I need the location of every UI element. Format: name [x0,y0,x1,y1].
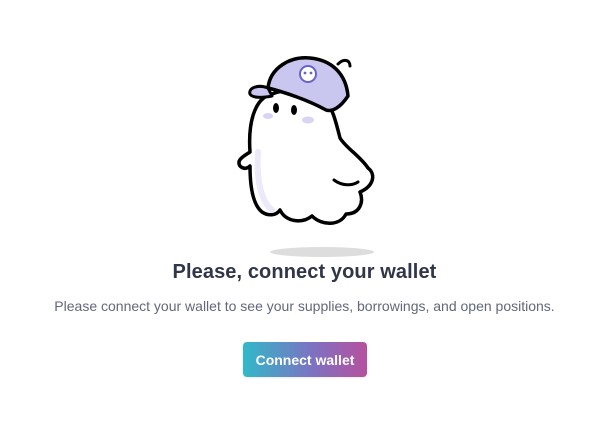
ghost-left-cheek [263,113,273,119]
empty-state-message: Please connect your wallet to see your s… [54,298,555,314]
cap-antenna [336,58,352,68]
empty-state-title: Please, connect your wallet [172,261,437,283]
aave-ghost-logo-icon [299,65,317,83]
empty-state-panel: Please, connect your wallet Please conne… [0,0,609,429]
cap-brim [248,84,274,99]
ghost-shadow [270,247,374,257]
ghost-illustration [228,52,388,264]
connect-wallet-button[interactable]: Connect wallet [243,342,367,377]
ghost-left-eye [273,103,279,113]
ghost-right-cheek [302,116,314,124]
ghost-right-eye [291,105,297,115]
